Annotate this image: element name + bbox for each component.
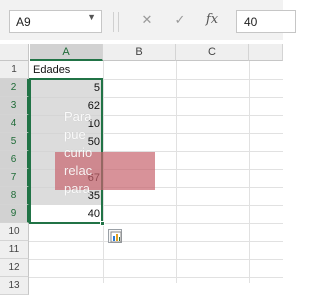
overlay-caption: Para pue curio relac para [64,109,93,196]
select-all-corner[interactable] [0,44,29,61]
row-header-4[interactable]: 4 [0,115,29,133]
fill-handle[interactable] [100,221,105,226]
row-header-3[interactable]: 3 [0,97,29,115]
cell-a1[interactable]: Edades [30,61,103,79]
row-header-11[interactable]: 11 [0,241,29,259]
enter-icon[interactable]: ✓ [172,12,188,28]
row-header-9[interactable]: 9 [0,205,29,223]
column-header-b[interactable]: B [103,44,176,61]
column-header-d[interactable] [249,44,283,61]
row-header-2[interactable]: 2 [0,79,29,97]
row-header-6[interactable]: 6 [0,151,29,169]
chevron-down-icon[interactable]: ▼ [87,12,96,22]
cancel-icon[interactable]: ✕ [139,12,155,28]
gridline [249,61,250,283]
row-header-5[interactable]: 5 [0,133,29,151]
quick-analysis-button[interactable] [108,229,122,243]
insert-function-icon[interactable]: fx [204,12,220,27]
row-header-13[interactable]: 13 [0,277,29,295]
gridline [29,277,283,278]
gridline [29,259,283,260]
formula-bar-divider [113,12,114,32]
row-header-8[interactable]: 8 [0,187,29,205]
row-header-7[interactable]: 7 [0,169,29,187]
row-header-10[interactable]: 10 [0,223,29,241]
row-header-12[interactable]: 12 [0,259,29,277]
column-header-a[interactable]: A [30,44,103,61]
name-box-value: A9 [16,15,31,29]
column-header-c[interactable]: C [176,44,249,61]
name-box[interactable]: A9 ▼ [9,10,102,33]
formula-bar-divider [118,12,119,32]
quick-analysis-icon [110,231,122,243]
row-header-1[interactable]: 1 [0,61,29,79]
formula-input[interactable]: 40 [236,10,296,33]
gridline [29,241,283,242]
